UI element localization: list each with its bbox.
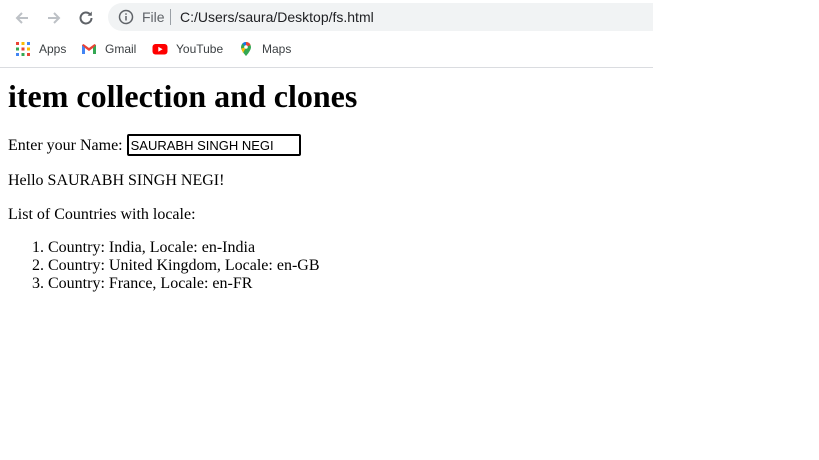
list-heading: List of Countries with locale: [8,206,196,223]
arrow-left-icon [15,12,28,24]
list-item: Country: India, Locale: en-India [48,239,320,257]
reload-icon [79,11,93,25]
scheme-label: File [142,9,165,25]
youtube-icon [152,44,168,55]
forward-button[interactable] [42,6,66,30]
page-content: item collection and clones Enter your Na… [0,68,819,460]
info-icon[interactable] [118,9,134,25]
url-text[interactable]: C:/Users/saura/Desktop/fs.html [180,9,374,25]
maps-pin-icon [241,41,251,56]
browser-chrome: File C:/Users/saura/Desktop/fs.html Apps… [0,0,653,68]
name-row: Enter your Name: [8,134,301,156]
reload-button[interactable] [74,6,98,30]
bookmark-label: Gmail [105,42,137,56]
bookmark-label: YouTube [176,42,224,56]
name-label: Enter your Name: [8,136,123,154]
omnibox-divider [170,9,171,25]
bookmark-apps[interactable]: Apps [15,38,66,60]
bookmark-label: Maps [262,42,292,56]
countries-list: Country: India, Locale: en-India Country… [8,239,320,293]
name-input[interactable] [126,134,301,156]
list-item: Country: France, Locale: en-FR [48,275,320,293]
bookmark-youtube[interactable]: YouTube [152,38,223,60]
bookmark-maps[interactable]: Maps [238,38,291,60]
list-item: Country: United Kingdom, Locale: en-GB [48,257,320,275]
back-button[interactable] [10,6,34,30]
address-bar[interactable]: File C:/Users/saura/Desktop/fs.html [108,3,653,31]
gmail-icon [82,44,96,54]
bookmark-gmail[interactable]: Gmail [81,38,136,60]
greeting-text: Hello SAURABH SINGH NEGI! [8,172,225,189]
apps-grid-icon [16,42,30,56]
arrow-right-icon [48,12,61,24]
page-title: item collection and clones [8,78,358,114]
bookmark-label: Apps [39,42,67,56]
